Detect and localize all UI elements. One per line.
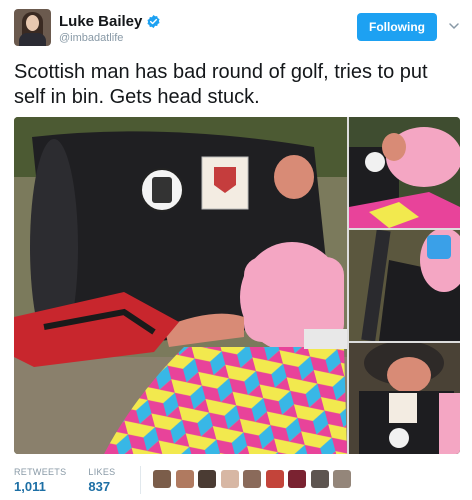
- tweet-text: Scottish man has bad round of golf, trie…: [14, 61, 428, 108]
- liker-avatar[interactable]: [220, 470, 239, 488]
- liker-avatar[interactable]: [333, 470, 351, 488]
- likes-label: LIKES: [88, 467, 116, 477]
- retweets-count[interactable]: 1,011: [14, 479, 66, 494]
- media-photo-4[interactable]: [349, 343, 460, 454]
- liker-avatar[interactable]: [175, 470, 194, 488]
- tweet-header: Luke Bailey @imbadatlife Following: [0, 0, 472, 56]
- liker-avatar[interactable]: [153, 470, 171, 488]
- retweets-label: RETWEETS: [14, 467, 67, 477]
- verified-badge-icon: [147, 14, 160, 29]
- media-grid[interactable]: [14, 117, 460, 454]
- liker-avatar[interactable]: [243, 470, 261, 488]
- chevron-down-icon[interactable]: [448, 20, 460, 32]
- author-handle[interactable]: @imbadatlife: [59, 32, 123, 44]
- liker-avatar[interactable]: [265, 470, 284, 488]
- stats-divider: [140, 466, 141, 494]
- likes-count[interactable]: 837: [88, 479, 115, 494]
- retweets-stat[interactable]: RETWEETS 1,011: [14, 467, 66, 494]
- liker-avatar[interactable]: [198, 470, 216, 488]
- liker-avatar[interactable]: [288, 470, 306, 488]
- likes-stat[interactable]: LIKES 837: [88, 467, 115, 494]
- media-photo-2[interactable]: [349, 117, 460, 228]
- author-name-row[interactable]: Luke Bailey: [59, 13, 161, 30]
- liker-avatar[interactable]: [310, 470, 329, 488]
- author-display-name[interactable]: Luke Bailey: [59, 13, 142, 30]
- media-photo-3[interactable]: [349, 230, 460, 341]
- tweet-stats: RETWEETS 1,011 LIKES 837: [14, 467, 137, 494]
- likers-avatars: [153, 470, 356, 488]
- media-photo-main[interactable]: [14, 117, 347, 454]
- following-button[interactable]: Following: [357, 13, 437, 41]
- author-avatar[interactable]: [14, 9, 51, 46]
